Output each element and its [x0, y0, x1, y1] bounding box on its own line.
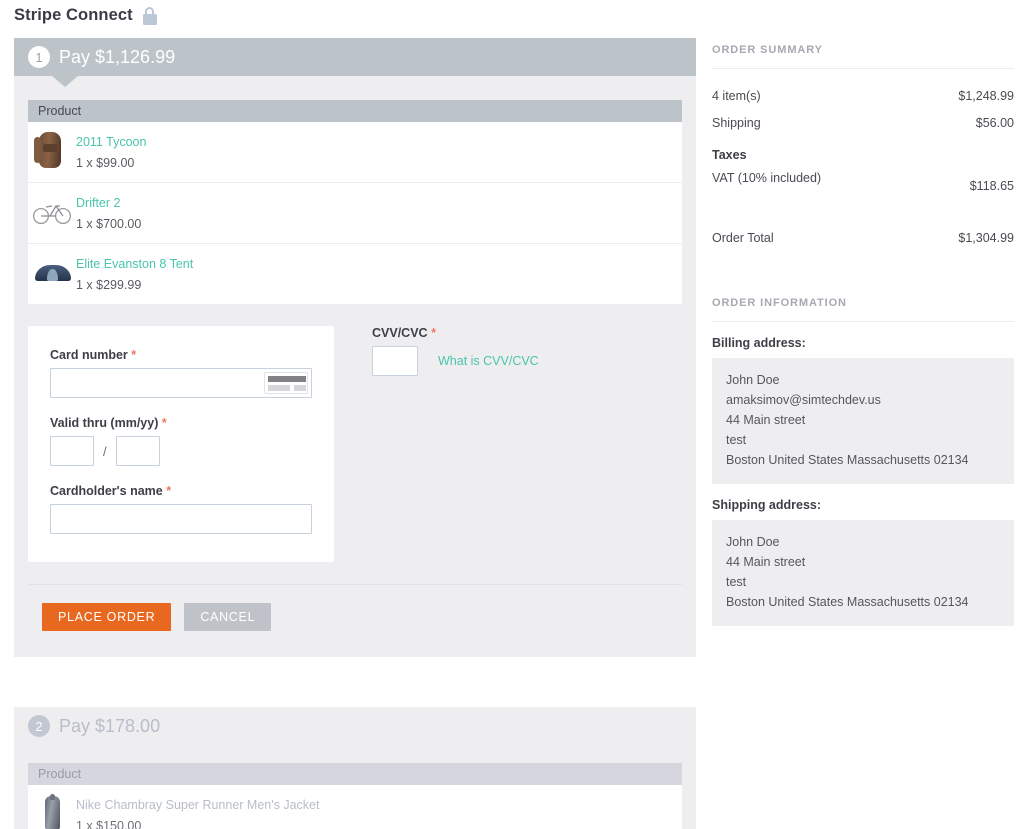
billing-address-box: John Doe amaksimov@simtechdev.us 44 Main… [712, 358, 1014, 484]
page-title: Stripe Connect [14, 6, 133, 24]
required-asterisk: * [131, 348, 137, 362]
payment-step-1: 1 Pay $1,126.99 Product 2011 Tycoon 1 x … [14, 38, 696, 657]
checkout-page: Stripe Connect 1 Pay $1,126.99 Product 2… [0, 0, 1024, 829]
step-1-label: Pay $1,126.99 [59, 46, 176, 67]
cancel-button[interactable]: CANCEL [184, 603, 272, 631]
shipping-line: Boston United States Massachusetts 02134 [726, 595, 969, 609]
order-summary-heading: ORDER SUMMARY [712, 44, 1014, 69]
billing-line: Boston United States Massachusetts 02134 [726, 453, 969, 467]
product-qty-price: 1 x $99.00 [76, 156, 135, 170]
step-1-body: Product 2011 Tycoon 1 x $99.00 Drifter 2… [14, 76, 696, 657]
product-column-header: Product [28, 100, 682, 122]
billing-line: test [726, 433, 747, 447]
valid-thru-label: Valid thru (mm/yy) * [50, 416, 167, 430]
required-asterisk: * [166, 484, 172, 498]
shipping-line: John Doe [726, 535, 780, 549]
page-header: Stripe Connect [14, 6, 158, 25]
bicycle-icon [32, 204, 72, 225]
summary-items-label: 4 item(s) [712, 89, 761, 103]
product-name-link[interactable]: Elite Evanston 8 Tent [76, 255, 193, 273]
billing-line: 44 Main street [726, 413, 806, 427]
step-2-number: 2 [28, 715, 50, 737]
product-column-header: Product [28, 763, 682, 785]
summary-row-vat: VAT (10% included) $118.65 [712, 162, 1014, 193]
card-number-label: Card number * [50, 348, 137, 362]
product-name-link[interactable]: 2011 Tycoon [76, 133, 146, 151]
expiry-month-input[interactable] [50, 436, 94, 466]
billing-line: John Doe [726, 373, 780, 387]
checkout-left-column: 1 Pay $1,126.99 Product 2011 Tycoon 1 x … [14, 38, 696, 829]
form-actions: PLACE ORDER CANCEL [28, 584, 682, 657]
cvv-label: CVV/CVC * [372, 326, 436, 340]
place-order-button[interactable]: PLACE ORDER [42, 603, 172, 631]
step-1-number: 1 [28, 46, 50, 68]
step-2-header[interactable]: 2 Pay $178.00 [14, 707, 696, 745]
summary-row-shipping: Shipping $56.00 [712, 103, 1014, 130]
step-2-product-table: Product Nike Chambray Super Runner Men's… [28, 763, 682, 829]
step-2-body: Product Nike Chambray Super Runner Men's… [14, 745, 696, 829]
cvv-help-link[interactable]: What is CVV/CVC [438, 354, 539, 368]
summary-taxes-label: Taxes [712, 148, 747, 162]
product-qty-price: 1 x $150.00 [76, 819, 142, 829]
backpack-thumb-icon [32, 130, 74, 172]
cvv-input[interactable] [372, 346, 418, 376]
table-row: Nike Chambray Super Runner Men's Jacket … [28, 785, 682, 829]
shipping-line: 44 Main street [726, 555, 806, 569]
billing-address-label: Billing address: [712, 336, 806, 350]
order-information-heading: ORDER INFORMATION [712, 297, 1014, 322]
lock-icon [142, 6, 158, 25]
table-row: Elite Evanston 8 Tent 1 x $299.99 [28, 244, 682, 304]
tent-thumb-icon [32, 252, 74, 294]
summary-total-amount: $1,304.99 [958, 231, 1014, 245]
shipping-address-label: Shipping address: [712, 498, 822, 512]
product-qty-price: 1 x $700.00 [76, 217, 142, 231]
table-row: Drifter 2 1 x $700.00 [28, 183, 682, 244]
product-qty-price: 1 x $299.99 [76, 278, 142, 292]
shipping-address-box: John Doe 44 Main street test Boston Unit… [712, 520, 1014, 626]
step-1-product-table: Product 2011 Tycoon 1 x $99.00 Drifter 2… [28, 100, 682, 304]
expiry-separator: / [103, 443, 107, 459]
summary-shipping-amount: $56.00 [975, 116, 1014, 130]
payment-form: Card number * Valid thru (mm/yy) * / Car… [28, 304, 682, 562]
payment-step-2: 2 Pay $178.00 Product Nike Chambray Supe… [14, 707, 696, 829]
card-details-box: Card number * Valid thru (mm/yy) * / Car… [28, 326, 334, 562]
summary-vat-label: VAT (10% included) [712, 171, 822, 185]
required-asterisk: * [431, 326, 436, 340]
summary-shipping-label: Shipping [712, 116, 761, 130]
step-1-header[interactable]: 1 Pay $1,126.99 [14, 38, 696, 87]
expiry-year-input[interactable] [115, 436, 160, 466]
product-name-link[interactable]: Drifter 2 [76, 194, 141, 212]
summary-vat-amount: $118.65 [969, 179, 1014, 193]
table-row: 2011 Tycoon 1 x $99.00 [28, 122, 682, 183]
cardholder-name-input[interactable] [50, 504, 312, 534]
cardholder-name-label: Cardholder's name * [50, 484, 172, 498]
product-name-link[interactable]: Nike Chambray Super Runner Men's Jacket [76, 796, 319, 814]
summary-row-total: Order Total $1,304.99 [712, 193, 1014, 245]
step-2-label: Pay $178.00 [59, 715, 161, 736]
summary-row-items: 4 item(s) $1,248.99 [712, 69, 1014, 103]
shipping-line: test [726, 575, 747, 589]
billing-line: amaksimov@simtechdev.us [726, 393, 881, 407]
checkout-right-column: ORDER SUMMARY 4 item(s) $1,248.99 Shippi… [712, 44, 1014, 626]
credit-card-icon [264, 372, 308, 394]
summary-total-label: Order Total [712, 231, 774, 245]
summary-items-amount: $1,248.99 [958, 89, 1014, 103]
cvv-section: CVV/CVC * What is CVV/CVC [334, 326, 539, 562]
jacket-thumb-icon [32, 793, 74, 829]
bicycle-thumb-icon [32, 191, 74, 233]
required-asterisk: * [161, 416, 167, 430]
